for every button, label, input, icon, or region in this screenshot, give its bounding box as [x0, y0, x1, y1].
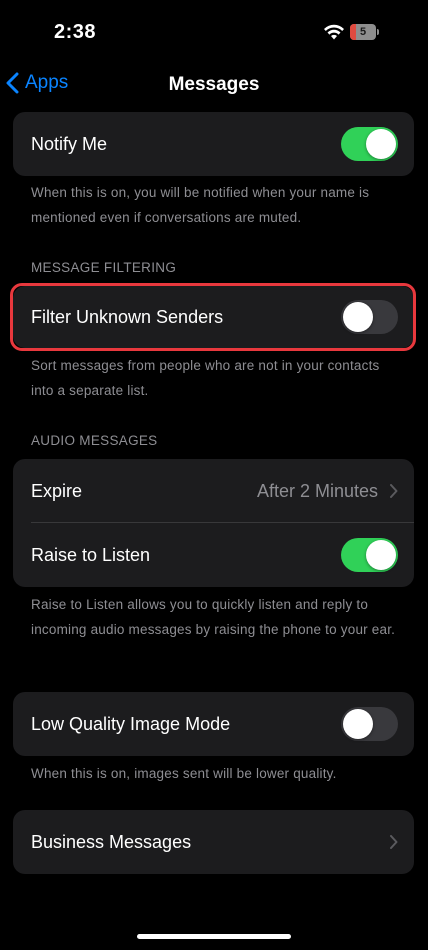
- wifi-icon: [324, 24, 344, 40]
- toggle-knob: [343, 709, 373, 739]
- business-messages-group: Business Messages: [13, 810, 414, 874]
- audio-messages-header: AUDIO MESSAGES: [31, 433, 158, 448]
- expire-row[interactable]: Expire After 2 Minutes: [13, 459, 414, 523]
- highlight-outline: [10, 283, 416, 351]
- status-time: 2:38: [54, 21, 97, 43]
- expire-label: Expire: [31, 480, 83, 501]
- status-bar: 2:38 5: [0, 0, 428, 64]
- low-quality-label: Low Quality Image Mode: [31, 713, 231, 734]
- raise-to-listen-label: Raise to Listen: [31, 544, 151, 565]
- low-quality-toggle[interactable]: [341, 707, 398, 741]
- notify-me-footer: When this is on, you will be notified wh…: [31, 185, 370, 225]
- toggle-knob: [366, 129, 396, 159]
- audio-messages-group: Expire After 2 Minutes Raise to Listen: [13, 459, 414, 587]
- business-messages-label: Business Messages: [31, 831, 192, 852]
- expire-value: After 2 Minutes: [256, 480, 378, 501]
- battery-level: 5: [359, 26, 367, 38]
- chevron-right-icon: [390, 484, 398, 498]
- home-indicator[interactable]: [137, 934, 291, 939]
- low-quality-row: Low Quality Image Mode: [13, 692, 414, 756]
- low-quality-group: Low Quality Image Mode: [13, 692, 414, 756]
- raise-to-listen-toggle[interactable]: [341, 538, 398, 572]
- notify-me-toggle[interactable]: [341, 127, 398, 161]
- battery-icon: 5: [350, 24, 380, 40]
- audio-messages-footer: Raise to Listen allows you to quickly li…: [31, 597, 396, 637]
- chevron-right-icon: [390, 835, 398, 849]
- notify-me-row: Notify Me: [13, 112, 414, 176]
- raise-to-listen-row: Raise to Listen: [13, 523, 414, 587]
- notify-me-group: Notify Me: [13, 112, 414, 176]
- toggle-knob: [366, 540, 396, 570]
- message-filtering-footer: Sort messages from people who are not in…: [31, 358, 380, 398]
- message-filtering-header: MESSAGE FILTERING: [31, 260, 177, 275]
- page-title: Messages: [168, 74, 260, 95]
- low-quality-footer: When this is on, images sent will be low…: [31, 766, 337, 781]
- navigation-bar: Apps Messages: [0, 64, 428, 108]
- notify-me-label: Notify Me: [31, 133, 108, 154]
- business-messages-row[interactable]: Business Messages: [13, 810, 414, 874]
